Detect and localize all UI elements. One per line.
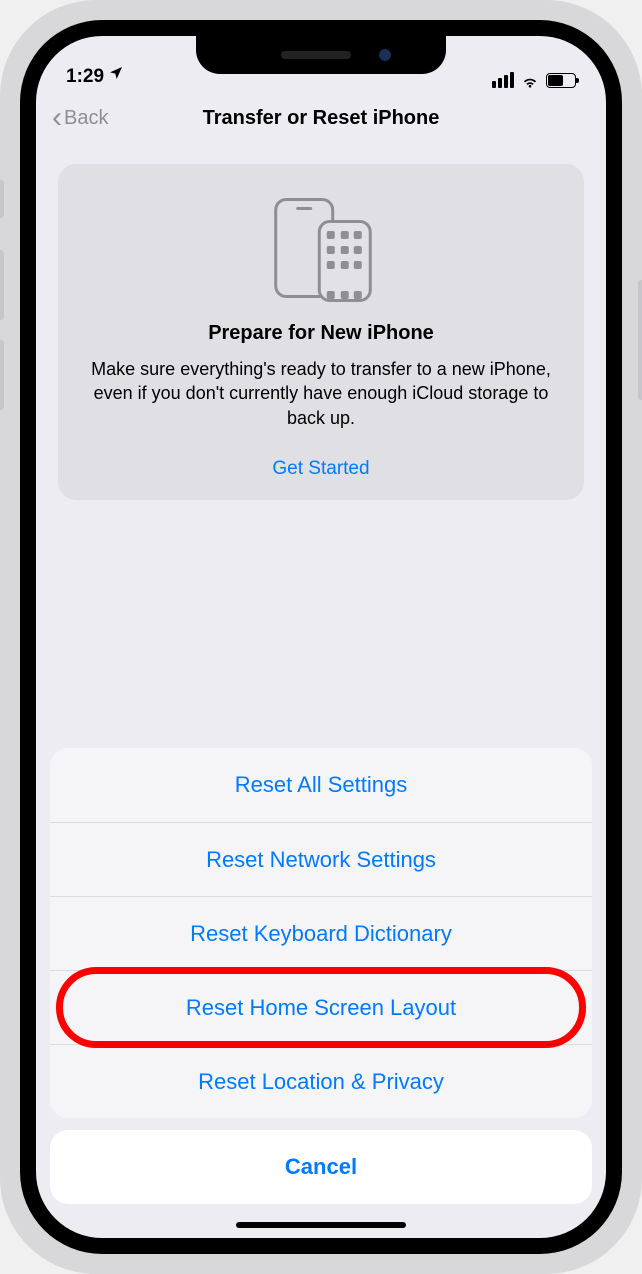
page-title: Transfer or Reset iPhone <box>203 107 440 130</box>
reset-home-screen-layout-button[interactable]: Reset Home Screen Layout <box>50 970 592 1044</box>
phone-apps-icon <box>318 220 372 302</box>
cancel-button[interactable]: Cancel <box>50 1130 592 1204</box>
screen: 1:29 <box>36 36 606 1238</box>
volume-down-button[interactable] <box>0 340 4 410</box>
get-started-button[interactable]: Get Started <box>86 458 556 480</box>
cancel-label: Cancel <box>285 1154 357 1180</box>
reset-item-label: Reset All Settings <box>235 772 407 798</box>
speaker-grille <box>281 51 351 59</box>
prepare-description: Make sure everything's ready to transfer… <box>86 357 556 430</box>
reset-action-sheet: Reset All Settings Reset Network Setting… <box>36 748 606 1238</box>
status-left: 1:29 <box>66 66 124 88</box>
reset-all-settings-button[interactable]: Reset All Settings <box>50 748 592 822</box>
wifi-icon <box>520 73 540 88</box>
battery-icon <box>546 73 576 88</box>
status-time: 1:29 <box>66 66 104 88</box>
reset-item-label: Reset Location & Privacy <box>198 1069 444 1095</box>
back-button[interactable]: ‹ Back <box>52 107 108 130</box>
power-button[interactable] <box>638 280 642 400</box>
reset-item-label: Reset Keyboard Dictionary <box>190 921 452 947</box>
front-camera <box>379 49 391 61</box>
nav-bar: ‹ Back Transfer or Reset iPhone <box>36 92 606 144</box>
mute-switch[interactable] <box>0 180 4 218</box>
chevron-left-icon: ‹ <box>52 109 62 127</box>
content: Prepare for New iPhone Make sure everyth… <box>36 144 606 500</box>
reset-network-settings-button[interactable]: Reset Network Settings <box>50 822 592 896</box>
prepare-card: Prepare for New iPhone Make sure everyth… <box>58 164 584 500</box>
home-indicator[interactable] <box>236 1222 406 1228</box>
device-inner: 1:29 <box>20 20 622 1254</box>
reset-keyboard-dictionary-button[interactable]: Reset Keyboard Dictionary <box>50 896 592 970</box>
device-frame: 1:29 <box>0 0 642 1274</box>
reset-location-privacy-button[interactable]: Reset Location & Privacy <box>50 1044 592 1118</box>
prepare-illustration <box>86 198 556 298</box>
back-label: Back <box>64 107 108 130</box>
reset-options-list: Reset All Settings Reset Network Setting… <box>50 748 592 1118</box>
location-icon <box>108 65 124 87</box>
reset-item-label: Reset Home Screen Layout <box>186 995 456 1021</box>
prepare-title: Prepare for New iPhone <box>86 322 556 345</box>
reset-item-label: Reset Network Settings <box>206 847 436 873</box>
volume-up-button[interactable] <box>0 250 4 320</box>
status-right <box>492 72 576 88</box>
notch <box>196 36 446 74</box>
cellular-signal-icon <box>492 72 514 88</box>
